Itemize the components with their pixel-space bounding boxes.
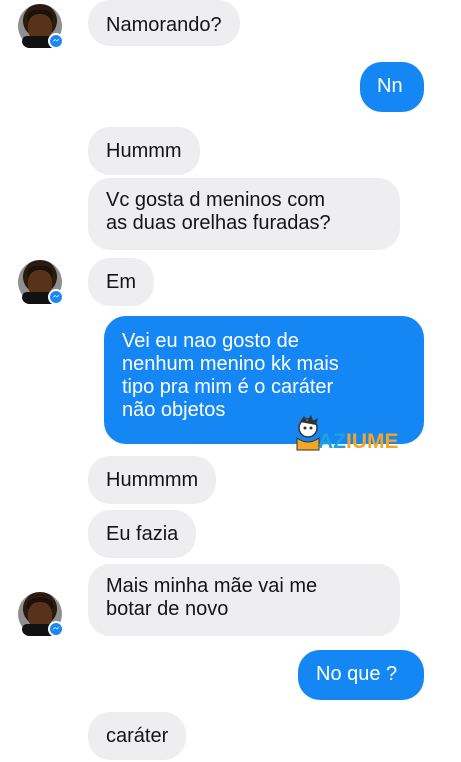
contact-avatar[interactable] — [18, 592, 64, 637]
message-outgoing[interactable]: No que ? — [298, 650, 424, 700]
message-incoming[interactable]: Mais minha mãe vai me botar de novo — [88, 564, 400, 636]
contact-avatar[interactable] — [18, 4, 64, 49]
message-incoming[interactable]: caráter — [88, 712, 187, 760]
message-incoming[interactable]: Vc gosta d meninos com as duas orelhas f… — [88, 178, 400, 250]
message-incoming[interactable]: Hummmm — [88, 456, 217, 504]
watermark-text-part1: AZ — [318, 430, 346, 453]
messenger-icon — [48, 289, 64, 305]
message-incoming[interactable]: Hummm — [88, 127, 200, 175]
messenger-icon — [48, 621, 64, 637]
messenger-icon — [48, 33, 64, 49]
message-incoming[interactable]: Namorando? — [88, 0, 240, 46]
message-incoming[interactable]: Eu fazia — [88, 510, 197, 558]
watermark-text-part2: IUME — [346, 430, 399, 453]
message-outgoing[interactable]: Nn — [360, 62, 424, 112]
chat-thread: Namorando? Nn Hummm Vc gosta d meninos c… — [0, 0, 461, 762]
watermark-logo: AZIUME — [288, 414, 438, 464]
message-incoming[interactable]: Em — [88, 258, 154, 306]
contact-avatar[interactable] — [18, 260, 64, 305]
